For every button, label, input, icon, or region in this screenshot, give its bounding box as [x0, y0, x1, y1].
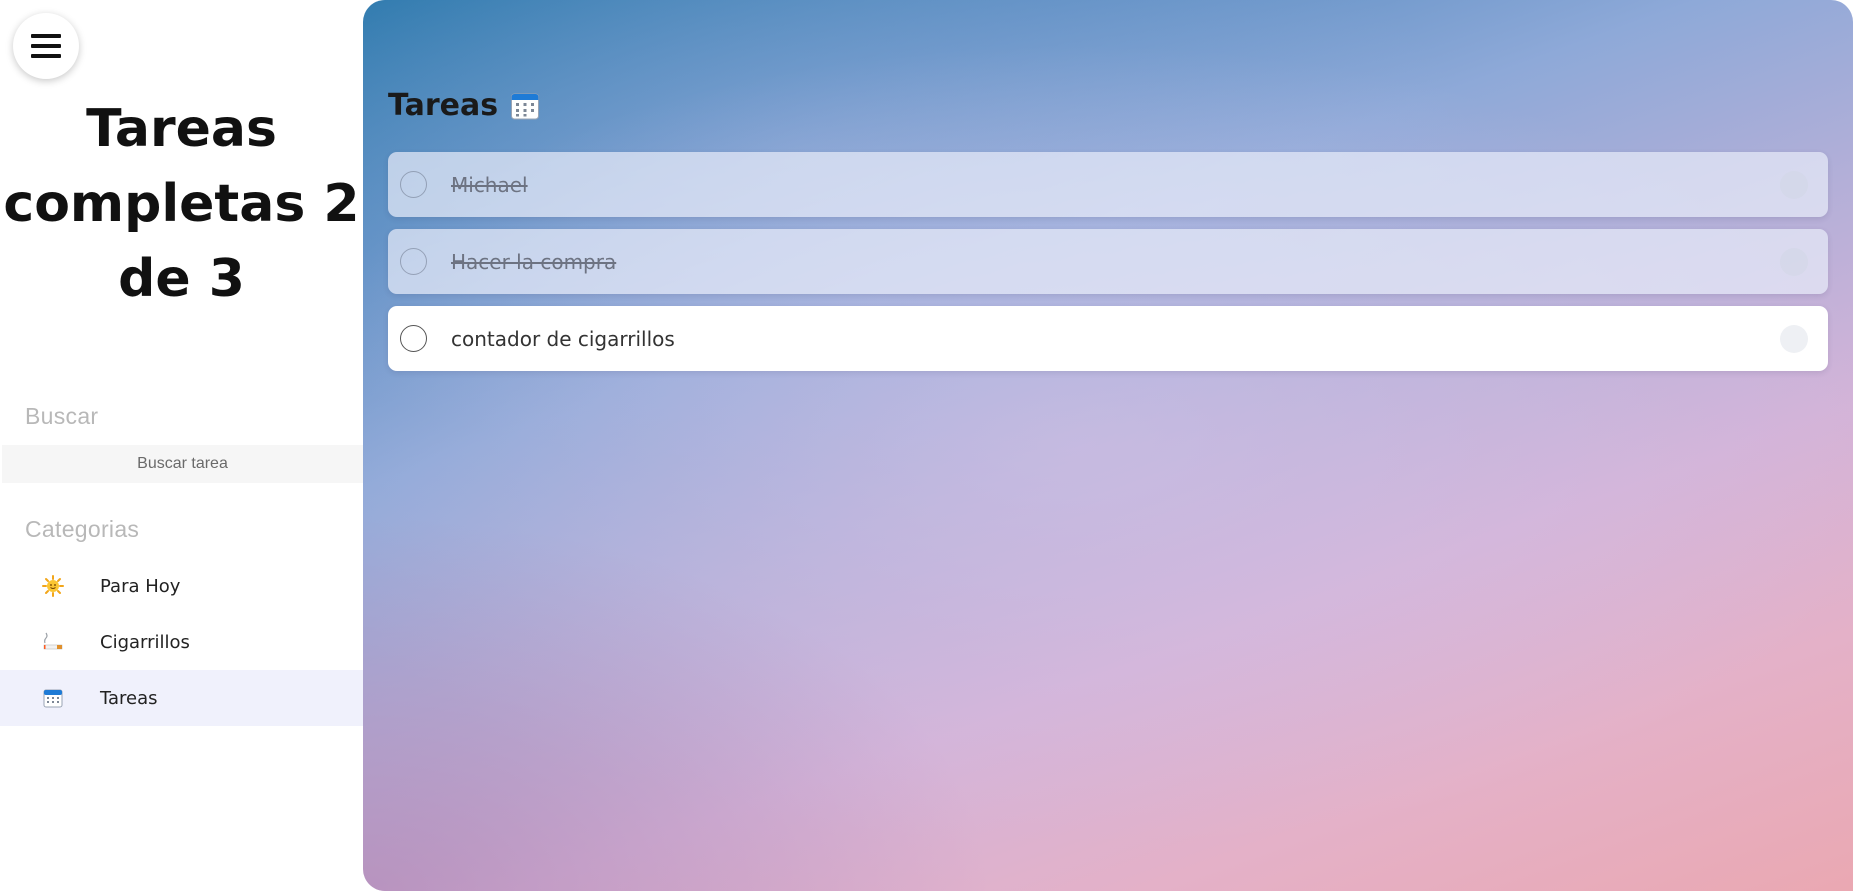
hamburger-icon [31, 34, 61, 38]
sun-icon [38, 575, 68, 597]
categories-section-label: Categorias [25, 516, 140, 542]
task-item: contador de cigarrillos [388, 306, 1828, 371]
task-text: Hacer la compra [451, 249, 617, 274]
search-section-label: Buscar [25, 403, 99, 429]
category-item-cigarrillos[interactable]: Cigarrillos [0, 614, 363, 670]
task-panel: Tareas Michael Hacer la compra contador … [363, 0, 1853, 891]
task-text: Michael [451, 172, 528, 197]
category-item-para-hoy[interactable]: Para Hoy [0, 558, 363, 614]
task-checkbox[interactable] [400, 325, 427, 352]
sidebar: Tareas completas 2 de 3 Buscar Categoria… [0, 0, 363, 891]
cigarette-icon [38, 631, 68, 653]
task-text: contador de cigarrillos [451, 326, 675, 351]
task-item: Hacer la compra [388, 229, 1828, 294]
menu-button[interactable] [13, 13, 79, 79]
category-label: Cigarrillos [100, 631, 190, 653]
progress-title: Tareas completas 2 de 3 [3, 99, 360, 309]
search-input[interactable] [2, 445, 363, 483]
task-checkbox[interactable] [400, 248, 427, 275]
delete-icon[interactable] [1780, 324, 1808, 353]
task-item: Michael [388, 152, 1828, 217]
calendar-icon [510, 91, 540, 121]
task-list: Michael Hacer la compra contador de ciga… [388, 152, 1828, 383]
category-item-tareas[interactable]: Tareas [0, 670, 363, 726]
category-label: Para Hoy [100, 575, 181, 597]
calendar-icon [38, 688, 68, 708]
task-checkbox[interactable] [400, 171, 427, 198]
list-title-text: Tareas [388, 88, 499, 123]
delete-icon[interactable] [1780, 247, 1808, 276]
delete-icon[interactable] [1780, 170, 1808, 199]
list-title: Tareas [388, 88, 540, 123]
category-list: Para Hoy Cigarrillos Tareas [0, 558, 363, 726]
category-label: Tareas [100, 687, 158, 709]
